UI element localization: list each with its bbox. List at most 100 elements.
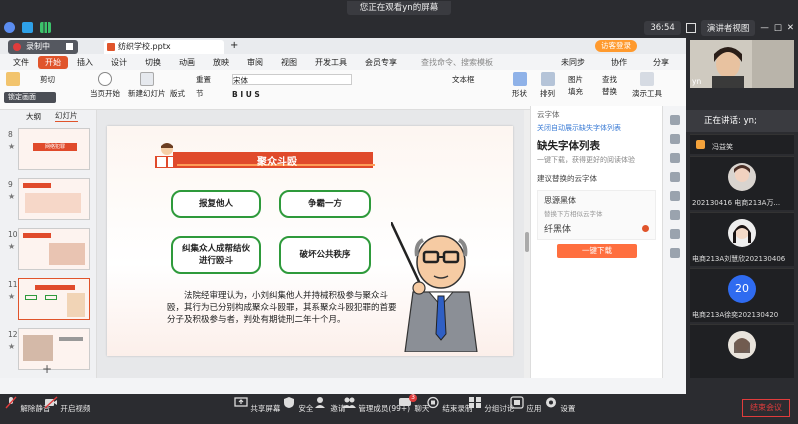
- participant-tile[interactable]: [690, 324, 794, 378]
- text-box-button[interactable]: 文本框: [452, 74, 475, 85]
- menu-view[interactable]: 视图: [272, 57, 306, 68]
- shield-icon[interactable]: [22, 22, 33, 33]
- menu-review[interactable]: 审阅: [238, 57, 272, 68]
- breakout-button[interactable]: 分组讨论: [468, 396, 514, 414]
- tab-outline[interactable]: 大纲: [26, 111, 41, 122]
- settings-button[interactable]: 设置: [544, 396, 575, 414]
- slide-thumb[interactable]: 9 ★: [4, 178, 92, 222]
- motive-box-dominate: 争霸一方: [279, 190, 371, 218]
- participant-tile[interactable]: 冯益笑: [690, 134, 794, 154]
- minimize-icon[interactable]: —: [760, 23, 769, 33]
- info-icon[interactable]: [4, 22, 15, 33]
- participant-tile[interactable]: 20 电商213A徐奕202130420: [690, 268, 794, 322]
- security-button[interactable]: 安全: [282, 396, 313, 414]
- replace-button[interactable]: 替换: [602, 86, 617, 97]
- end-meeting-button[interactable]: 结束会议: [742, 399, 790, 417]
- shape-icon[interactable]: [669, 153, 680, 163]
- recording-label: 录制中: [26, 42, 50, 51]
- login-button[interactable]: 访客登录: [595, 40, 637, 52]
- panel-subtitle: 一键下载，获得更好的阅读体验: [537, 156, 635, 164]
- command-search[interactable]: 查找命令、搜索模板: [412, 57, 502, 68]
- clock-icon[interactable]: [669, 229, 680, 239]
- star-icon: ★: [8, 192, 16, 201]
- menu-developer[interactable]: 开发工具: [306, 57, 356, 68]
- gear-icon: [546, 397, 556, 408]
- animation-icon[interactable]: [669, 172, 680, 182]
- menu-vip[interactable]: 会员专享: [356, 57, 406, 68]
- shape-button[interactable]: 形状: [512, 72, 527, 99]
- menu-transition[interactable]: 切换: [136, 57, 170, 68]
- chat-button[interactable]: 3 聊天: [398, 394, 429, 414]
- maximize-icon[interactable]: □: [774, 23, 782, 33]
- slide-thumb[interactable]: 8 ★ 网络犯罪: [4, 128, 92, 172]
- bold-button[interactable]: B I U S: [232, 90, 260, 99]
- close-icon[interactable]: ✕: [787, 23, 794, 33]
- find-button[interactable]: 查找: [602, 74, 617, 85]
- participant-gallery: yn 正在讲话: yn; 冯益笑 202130416 电商213A万... 电商…: [686, 38, 798, 394]
- start-video-button[interactable]: 开启视频: [44, 396, 90, 414]
- section-button[interactable]: 节: [196, 88, 204, 99]
- layout-button[interactable]: 版式: [170, 88, 185, 99]
- cursor-icon[interactable]: [669, 210, 680, 220]
- apps-label: 应用: [526, 404, 542, 413]
- tab-slides[interactable]: 幻灯片: [55, 110, 78, 122]
- menu-slideshow[interactable]: 放映: [204, 57, 238, 68]
- panel-close-link[interactable]: 关闭自动展示缺失字体列表: [531, 123, 662, 133]
- menu-design[interactable]: 设计: [102, 57, 136, 68]
- picture-button[interactable]: 图片: [568, 74, 583, 85]
- view-mode-button[interactable]: 演讲者视图: [700, 20, 756, 36]
- collab-button[interactable]: 协作: [602, 57, 636, 68]
- menu-insert[interactable]: 插入: [68, 57, 102, 68]
- share-screen-button[interactable]: 共享屏幕: [234, 396, 280, 414]
- recording-indicator[interactable]: 录制中: [8, 40, 78, 54]
- participant-tile[interactable]: 电商213A刘慧欣202130406: [690, 212, 794, 266]
- invite-button[interactable]: 邀请: [314, 396, 345, 414]
- teacher-pointer-illustration: [391, 222, 478, 352]
- stop-icon[interactable]: [66, 43, 73, 50]
- end-recording-button[interactable]: 结束录制: [426, 396, 472, 414]
- settings-label: 设置: [560, 404, 576, 413]
- new-slide-button[interactable]: 新建幻灯片: [128, 72, 166, 99]
- apps-button[interactable]: 应用: [510, 396, 541, 414]
- avatar: [728, 163, 756, 191]
- add-slide-icon[interactable]: +: [42, 362, 52, 376]
- toolbox-button[interactable]: 演示工具: [632, 72, 662, 99]
- settings-icon[interactable]: [669, 115, 680, 125]
- chat-badge: 3: [409, 394, 417, 402]
- side-tool-strip: [662, 106, 686, 378]
- apps-icon: [510, 396, 524, 409]
- arrange-button[interactable]: 排列: [540, 72, 555, 99]
- reset-button[interactable]: 重置: [196, 74, 211, 85]
- avatar: [728, 219, 756, 247]
- download-all-button[interactable]: 一键下载: [557, 244, 637, 258]
- menu-animation[interactable]: 动画: [170, 57, 204, 68]
- slide-number: 11: [8, 280, 18, 289]
- slide-thumb[interactable]: 10 ★: [4, 228, 92, 272]
- slide-thumb-selected[interactable]: 11 ★: [4, 278, 92, 322]
- document-tab[interactable]: 纺织学校.pptx: [104, 40, 224, 54]
- more-icon[interactable]: [669, 248, 680, 258]
- download-badge-icon[interactable]: [642, 225, 649, 232]
- new-tab-icon[interactable]: +: [230, 40, 238, 51]
- share-button[interactable]: 分享: [644, 57, 678, 68]
- presenter-name: yn: [692, 77, 702, 86]
- menu-file[interactable]: 文件: [4, 57, 38, 68]
- scroll-thumb[interactable]: [525, 232, 529, 252]
- menu-start[interactable]: 开始: [38, 55, 68, 69]
- fill-button[interactable]: 填充: [568, 86, 583, 97]
- meeting-toolbar: 解除静音 开启视频 共享屏幕 安全 邀请 管理成员(99+) 3 聊天 结束录制…: [0, 394, 798, 424]
- text-icon[interactable]: [669, 191, 680, 201]
- lock-screen-button[interactable]: 锁定画面: [4, 92, 56, 103]
- sync-status[interactable]: 未同步: [552, 57, 594, 68]
- cut-button[interactable]: 剪切: [40, 74, 55, 85]
- paste-button[interactable]: [6, 72, 20, 88]
- presenter-camera[interactable]: yn: [690, 40, 794, 88]
- slide-preview-title: 网络犯罪: [33, 143, 77, 151]
- star-outline-icon[interactable]: [669, 134, 680, 144]
- participant-tile[interactable]: 202130416 电商213A万...: [690, 156, 794, 210]
- font-suggestion-card[interactable]: 思源黑体 替换下方相似云字体 纤黑体: [537, 190, 656, 240]
- slide-preview: [18, 278, 90, 320]
- wps-tab-bar: 录制中 纺织学校.pptx + 访客登录: [0, 38, 686, 54]
- font-select[interactable]: 宋体: [232, 74, 352, 85]
- from-current-button[interactable]: 当页开始: [90, 72, 120, 99]
